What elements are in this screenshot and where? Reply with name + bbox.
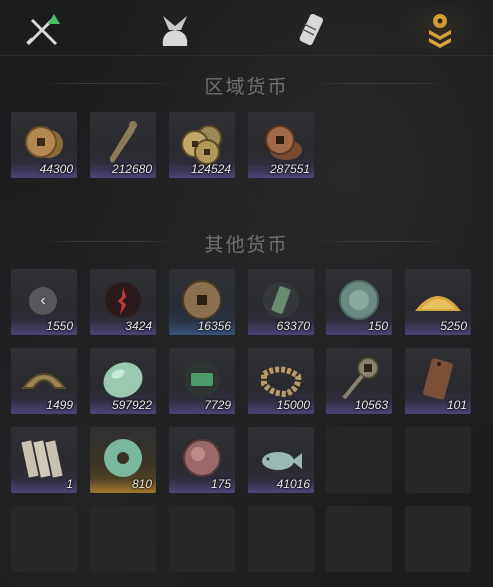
currency-slot[interactable]: 1	[11, 427, 77, 493]
brass-coins-icon	[181, 125, 222, 165]
swords-icon	[26, 14, 60, 46]
bundle-icon	[162, 16, 188, 46]
item-count: 175	[210, 477, 231, 491]
item-count: 597922	[111, 398, 152, 412]
currency-slot[interactable]: 41016	[248, 427, 314, 493]
currency-slot[interactable]: 212680	[90, 112, 156, 178]
square-hole-coin-icon	[182, 280, 222, 320]
currency-slot[interactable]: 101	[405, 348, 471, 414]
scroll-icon	[299, 13, 324, 46]
currency-slot[interactable]: 810	[90, 427, 156, 493]
red-jade-orb-icon	[183, 439, 221, 477]
currency-slot[interactable]: 3424	[90, 269, 156, 335]
item-count: 1	[66, 477, 73, 491]
jade-bi-disc-icon	[104, 439, 142, 477]
item-count: 7729	[204, 398, 231, 412]
tab-bar	[0, 0, 493, 56]
item-count: 287551	[269, 162, 310, 176]
tab-scrolls[interactable]	[290, 10, 330, 50]
empty-slot	[326, 427, 392, 493]
bamboo-slips-icon	[21, 440, 63, 478]
jade-token-icon	[263, 282, 299, 318]
coin-string-icon	[261, 366, 302, 398]
item-count: 63370	[276, 319, 310, 333]
jade-orb-icon	[339, 280, 379, 320]
half-coin-icon	[20, 373, 68, 389]
item-count: 150	[367, 319, 388, 333]
green-ticket-icon	[184, 361, 220, 397]
item-count: 15000	[276, 398, 310, 412]
empty-slot	[169, 506, 235, 572]
empty-slot	[326, 506, 392, 572]
tab-weapons[interactable]	[22, 10, 62, 50]
section-title-other: 其他货币	[204, 234, 289, 256]
item-count: 3424	[125, 319, 152, 333]
empty-slot	[405, 506, 471, 572]
currency-slot[interactable]: 1499	[11, 348, 77, 414]
spade-coin-icon	[342, 357, 379, 400]
red-sigil-icon	[105, 282, 141, 318]
empty-slot	[248, 506, 314, 572]
item-count: 1499	[46, 398, 73, 412]
currency-slot[interactable]: 63370	[248, 269, 314, 335]
item-count: 1550	[46, 319, 73, 333]
item-count: 16356	[197, 319, 231, 333]
item-count: 810	[131, 477, 152, 491]
item-count: 10563	[354, 398, 388, 412]
currency-slot[interactable]: 15000	[248, 348, 314, 414]
tab-currency[interactable]	[400, 0, 480, 56]
currency-slot[interactable]: 44300	[11, 112, 77, 178]
tab-bundles[interactable]	[155, 10, 195, 50]
gold-grain-pile-icon	[415, 296, 461, 311]
currency-slot[interactable]: 16356	[169, 269, 235, 335]
jade-fish-icon	[262, 452, 302, 470]
item-count: 41016	[276, 477, 310, 491]
currency-slot[interactable]: 5250	[405, 269, 471, 335]
currency-slot[interactable]: 124524	[169, 112, 235, 178]
item-count: 101	[446, 398, 467, 412]
item-count: 212680	[111, 162, 152, 176]
bronze-knife-coin-icon	[110, 121, 137, 163]
item-count: 44300	[39, 162, 73, 176]
currency-slot[interactable]: 7729	[169, 348, 235, 414]
copper-coins-icon	[25, 126, 63, 158]
bronze-plaque-icon	[423, 358, 453, 400]
back-arrow-icon[interactable]: ‹	[29, 287, 57, 315]
currency-slot[interactable]: 597922	[90, 348, 156, 414]
currency-slot[interactable]: 150	[326, 269, 392, 335]
section-title-regional: 区域货币	[204, 76, 289, 98]
empty-slot	[90, 506, 156, 572]
item-count: 5250	[440, 319, 467, 333]
currency-icon	[429, 14, 451, 48]
currency-slot[interactable]: 10563	[326, 348, 392, 414]
jade-stone-icon	[103, 362, 143, 398]
currency-slot[interactable]: ‹ 1550	[11, 269, 77, 335]
empty-slot	[11, 506, 77, 572]
currency-slot[interactable]: 175	[169, 427, 235, 493]
empty-slot	[405, 427, 471, 493]
copper-coin-stack-icon	[265, 125, 302, 160]
currency-slot[interactable]: 287551	[248, 112, 314, 178]
item-count: 124524	[190, 162, 231, 176]
